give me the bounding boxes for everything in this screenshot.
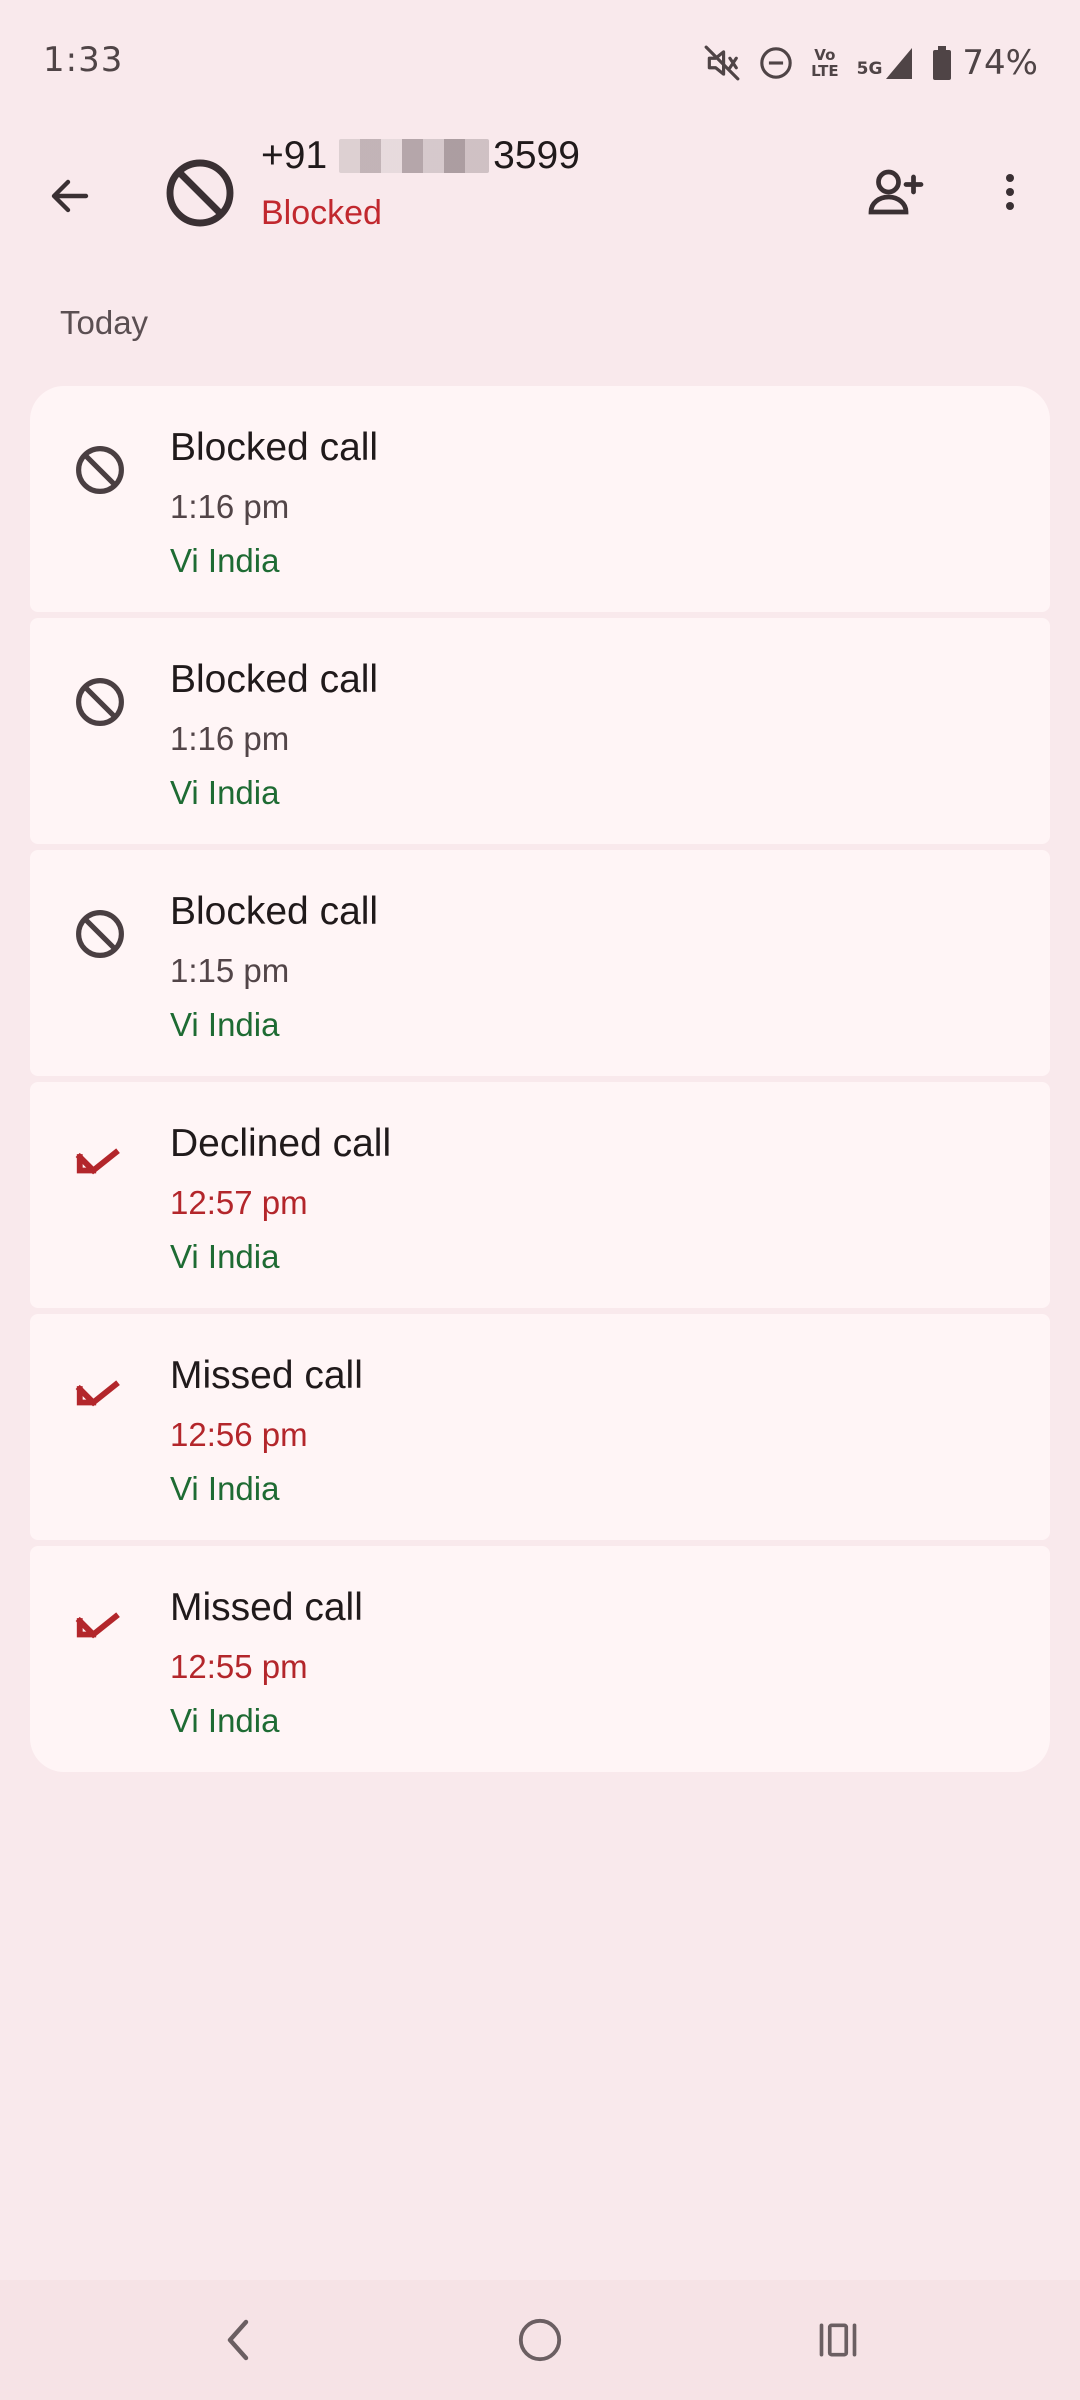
battery-icon	[932, 46, 952, 80]
call-row[interactable]: Blocked call 1:16 pm Vi India	[30, 618, 1050, 844]
mute-icon	[703, 44, 741, 82]
status-bar: 1:33 Vo LTE 5G 74%	[0, 0, 1080, 126]
app-bar: +91 3599 Blocked	[0, 126, 1080, 256]
call-carrier: Vi India	[170, 1470, 280, 1507]
arrow-left-icon	[51, 179, 89, 213]
call-time: 12:57 pm	[170, 1184, 308, 1221]
section-header-today: Today	[60, 304, 149, 341]
call-history-list: Blocked call 1:16 pm Vi India Blocked ca…	[30, 386, 1050, 1772]
more-options-button[interactable]	[970, 150, 1050, 234]
call-missed-icon	[70, 1136, 130, 1196]
call-row[interactable]: Missed call 12:56 pm Vi India	[30, 1314, 1050, 1540]
call-time: 1:16 pm	[170, 720, 290, 757]
call-title: Blocked call	[170, 426, 379, 469]
blocked-call-icon	[70, 672, 130, 732]
contact-avatar	[160, 148, 240, 238]
call-missed-icon	[70, 1368, 130, 1428]
call-row[interactable]: Blocked call 1:16 pm Vi India	[30, 386, 1050, 612]
dnd-icon	[759, 46, 793, 80]
more-vert-icon	[1006, 174, 1014, 210]
volte-indicator: Vo LTE	[811, 46, 839, 80]
call-carrier: Vi India	[170, 542, 280, 579]
call-missed-icon	[70, 1600, 130, 1660]
recents-icon	[819, 2323, 857, 2357]
call-row[interactable]: Missed call 12:55 pm Vi India	[30, 1546, 1050, 1772]
call-time: 12:55 pm	[170, 1648, 308, 1685]
call-title: Declined call	[170, 1122, 392, 1165]
call-title: Missed call	[170, 1586, 363, 1629]
call-carrier: Vi India	[170, 774, 280, 811]
status-icons: Vo LTE 5G 74%	[703, 38, 1038, 88]
call-time: 1:16 pm	[170, 488, 290, 525]
call-title: Missed call	[170, 1354, 363, 1397]
system-nav-bar	[0, 2280, 1080, 2400]
add-contact-button[interactable]	[854, 150, 938, 234]
back-button[interactable]	[30, 156, 110, 236]
chevron-left-icon	[227, 2319, 249, 2361]
nav-back-button[interactable]	[195, 2300, 285, 2380]
call-title: Blocked call	[170, 890, 379, 933]
call-time: 12:56 pm	[170, 1416, 308, 1453]
nav-recents-button[interactable]	[793, 2300, 883, 2380]
call-title: Blocked call	[170, 658, 379, 701]
signal-icon: 5G	[857, 46, 915, 80]
contact-status: Blocked	[261, 194, 382, 232]
call-carrier: Vi India	[170, 1238, 280, 1275]
blocked-call-icon	[70, 440, 130, 500]
status-time: 1:33	[43, 40, 124, 80]
call-row[interactable]: Blocked call 1:15 pm Vi India	[30, 850, 1050, 1076]
call-carrier: Vi India	[170, 1702, 280, 1739]
circle-home-icon	[518, 2318, 562, 2362]
person-add-icon	[868, 169, 924, 215]
battery-percent: 74%	[962, 43, 1038, 83]
block-icon	[166, 159, 234, 227]
call-time: 1:15 pm	[170, 952, 290, 989]
nav-home-button[interactable]	[495, 2300, 585, 2380]
call-carrier: Vi India	[170, 1006, 280, 1043]
blocked-call-icon	[70, 904, 130, 964]
redacted-digits	[339, 139, 490, 173]
contact-number: +91 3599	[261, 134, 580, 177]
call-row[interactable]: Declined call 12:57 pm Vi India	[30, 1082, 1050, 1308]
